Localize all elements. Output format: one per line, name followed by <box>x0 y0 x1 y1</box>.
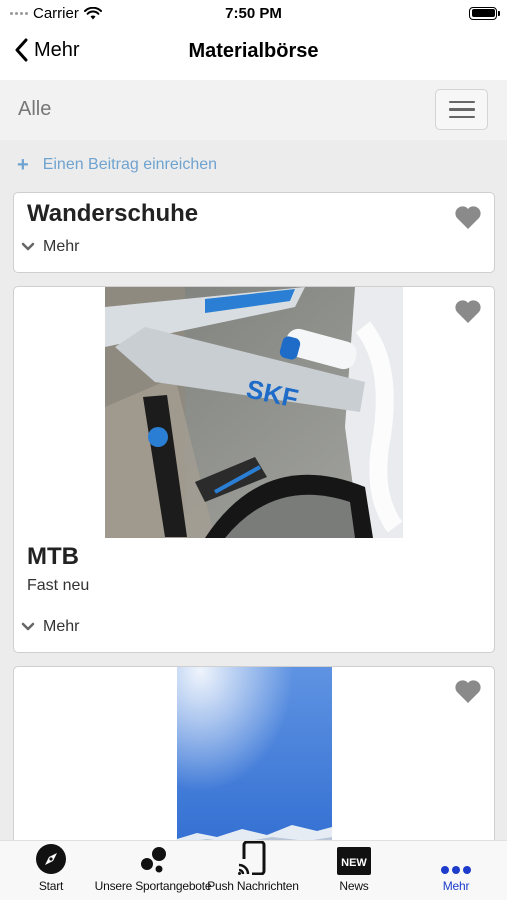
tab-news[interactable]: NEW News <box>323 841 385 900</box>
hamburger-icon <box>448 100 475 104</box>
listing-title: MTB <box>27 543 79 570</box>
tab-label: News <box>339 879 369 893</box>
back-button[interactable]: Mehr <box>14 38 80 62</box>
tab-label: Mehr <box>442 879 470 893</box>
bike-photo-image: SKF <box>105 287 403 538</box>
listing-title: Wanderschuhe <box>27 200 199 227</box>
more-label: Mehr <box>43 238 80 255</box>
signal-icon <box>10 11 28 15</box>
new-badge-icon: NEW <box>337 847 371 875</box>
listing-card[interactable] <box>13 666 495 866</box>
hamburger-line <box>448 115 475 119</box>
tab-icon-wrap <box>440 841 472 879</box>
filter-label[interactable]: Alle <box>18 98 51 121</box>
filter-menu-button[interactable] <box>435 89 488 130</box>
new-badge-text: NEW <box>341 857 367 869</box>
compass-icon <box>36 844 66 874</box>
tab-bar: Start Unsere Sportangebote Push Nachrich… <box>0 840 507 900</box>
tab-label: Start <box>38 879 64 893</box>
more-toggle[interactable]: Mehr <box>21 618 79 636</box>
tab-icon-wrap: NEW <box>337 841 371 879</box>
tab-sportangebote[interactable]: Unsere Sportangebote <box>94 841 212 900</box>
heart-icon[interactable] <box>454 679 482 704</box>
tab-start[interactable]: Start <box>19 841 83 900</box>
add-post-label: Einen Beitrag einreichen <box>42 156 218 173</box>
status-bar: Carrier 7:50 PM <box>0 0 507 26</box>
listing-photo-bike[interactable]: SKF <box>105 287 403 538</box>
listing-card[interactable]: Wanderschuhe Mehr <box>13 192 495 273</box>
hamburger-line <box>448 108 475 111</box>
filter-bar: Alle <box>0 80 507 140</box>
phone-cast-icon <box>238 841 266 875</box>
chevron-down-icon <box>21 242 35 251</box>
tab-push-nachrichten[interactable]: Push Nachrichten <box>207 841 299 900</box>
chevron-left-icon <box>15 38 28 62</box>
status-left: Carrier <box>10 5 102 22</box>
tab-label: Push Nachrichten <box>207 879 299 893</box>
chevron-down-icon <box>21 622 35 631</box>
navigation-bar: Mehr Materialbörse <box>0 26 507 80</box>
more-toggle[interactable]: Mehr <box>21 238 79 256</box>
dots-cluster-icon <box>141 847 166 873</box>
more-dots-icon <box>441 866 471 874</box>
tab-mehr[interactable]: Mehr <box>425 841 487 900</box>
listing-description: Fast neu <box>27 577 90 594</box>
carrier-label: Carrier <box>33 4 79 22</box>
plus-icon: + <box>17 154 29 176</box>
app-screen: Carrier 7:50 PM Mehr Materialbörse Alle <box>0 0 507 900</box>
more-label: Mehr <box>43 618 80 635</box>
listing-card[interactable]: SKF MTB Fast neu Mehr <box>13 286 495 653</box>
tab-label: Unsere Sportangebote <box>94 879 212 893</box>
listing-photo-sky[interactable] <box>177 667 332 865</box>
heart-icon[interactable] <box>454 205 482 230</box>
wifi-icon <box>83 6 102 19</box>
tab-icon-wrap <box>138 841 168 879</box>
tab-icon-wrap <box>35 841 67 879</box>
sky-photo-image <box>177 667 332 865</box>
heart-icon[interactable] <box>454 299 482 324</box>
battery-icon <box>469 6 500 20</box>
add-post-link[interactable]: + Einen Beitrag einreichen <box>17 155 217 175</box>
back-label: Mehr <box>34 38 80 61</box>
tab-icon-wrap <box>238 841 268 879</box>
